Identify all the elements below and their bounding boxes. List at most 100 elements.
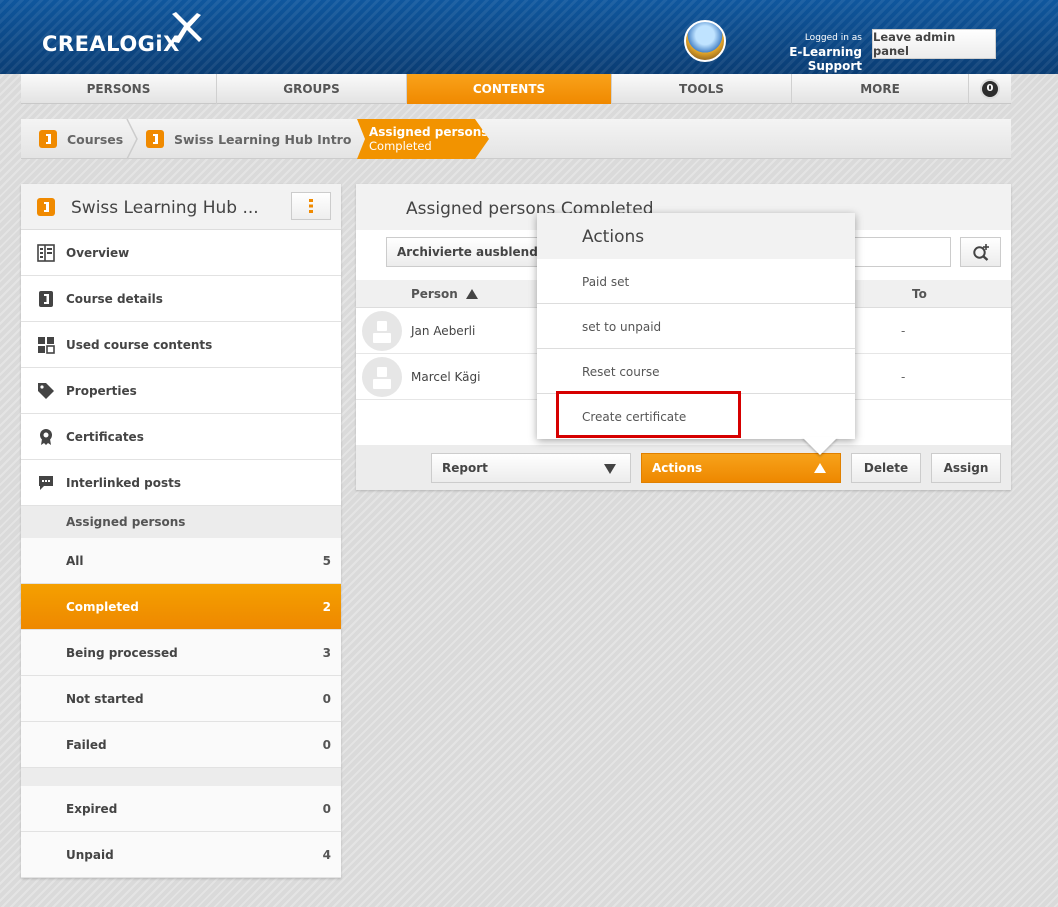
overview-grid-icon bbox=[37, 243, 55, 262]
course-sidebar: Swiss Learning Hub ... Overview Course d… bbox=[21, 184, 341, 878]
filter-count: 3 bbox=[322, 645, 331, 660]
sidebar-item-label: Course details bbox=[66, 291, 163, 306]
nav-item-tools[interactable]: TOOLS bbox=[612, 74, 792, 104]
filter-count: 5 bbox=[322, 553, 331, 568]
actions-label: Actions bbox=[652, 461, 703, 475]
assign-button[interactable]: Assign bbox=[931, 453, 1001, 483]
vertical-dots-icon bbox=[309, 199, 313, 213]
sidebar-item-label: Certificates bbox=[66, 429, 144, 444]
sidebar-item-course-details[interactable]: Course details bbox=[21, 276, 341, 322]
breadcrumb-courses[interactable]: Courses bbox=[39, 119, 123, 159]
sidebar-item-overview[interactable]: Overview bbox=[21, 230, 341, 276]
nav-item-contents[interactable]: CONTENTS bbox=[407, 74, 612, 104]
nav-item-groups[interactable]: GROUPS bbox=[217, 74, 407, 104]
sidebar-item-label: Used course contents bbox=[66, 337, 213, 352]
sidebar-title: Swiss Learning Hub ... bbox=[71, 198, 259, 218]
actions-menu: Actions Paid set set to unpaid Reset cou… bbox=[537, 213, 855, 439]
filter-label: All bbox=[66, 553, 84, 568]
filter-label: Expired bbox=[66, 801, 118, 816]
filter-all[interactable]: All 5 bbox=[21, 538, 341, 584]
filter-label: Completed bbox=[66, 599, 139, 614]
app-header: CREALOGiX Logged in as E-Learning Suppor… bbox=[0, 0, 1058, 74]
sidebar-item-label: Overview bbox=[66, 245, 130, 260]
user-name: E-Learning Support bbox=[789, 45, 862, 73]
filter-count: 0 bbox=[322, 801, 331, 816]
breadcrumb-current-subtitle: Completed bbox=[369, 139, 432, 153]
delete-button[interactable]: Delete bbox=[851, 453, 921, 483]
report-label: Report bbox=[442, 461, 488, 475]
breadcrumb-label: Courses bbox=[67, 131, 124, 147]
column-header-person[interactable]: Person bbox=[411, 287, 458, 301]
person-to-date: - bbox=[901, 324, 906, 338]
actions-dropdown[interactable]: Actions bbox=[641, 453, 841, 483]
report-dropdown[interactable]: Report bbox=[431, 453, 631, 483]
filter-failed[interactable]: Failed 0 bbox=[21, 722, 341, 768]
notification-area[interactable]: 0 bbox=[969, 74, 1011, 103]
sidebar-header: Swiss Learning Hub ... bbox=[21, 184, 341, 230]
logo-x-icon bbox=[172, 12, 202, 43]
filter-count: 4 bbox=[322, 847, 331, 862]
course-icon bbox=[39, 130, 57, 148]
nav-item-persons[interactable]: PERSONS bbox=[21, 74, 217, 104]
breadcrumb-current-title: Assigned persons bbox=[369, 125, 489, 139]
certificate-seal-icon bbox=[37, 428, 55, 446]
menu-item-set-to-unpaid[interactable]: set to unpaid bbox=[537, 304, 855, 349]
menu-pointer-arrow bbox=[802, 437, 838, 455]
filter-count: 0 bbox=[322, 691, 331, 706]
advanced-search-button[interactable] bbox=[960, 237, 1001, 267]
sidebar-item-interlinked-posts[interactable]: Interlinked posts bbox=[21, 460, 341, 506]
actions-menu-title: Actions bbox=[537, 213, 855, 259]
filter-count: 2 bbox=[322, 599, 331, 614]
breadcrumb-current[interactable]: Assigned persons Completed bbox=[357, 119, 489, 159]
crealogix-logo[interactable]: CREALOGiX bbox=[42, 32, 180, 56]
person-to-date: - bbox=[901, 370, 906, 384]
filter-label: Failed bbox=[66, 737, 107, 752]
search-plus-icon bbox=[972, 244, 989, 261]
course-details-icon bbox=[37, 290, 55, 308]
filter-label: Being processed bbox=[66, 645, 178, 660]
filter-unpaid[interactable]: Unpaid 4 bbox=[21, 832, 341, 878]
breadcrumb: Courses Swiss Learning Hub Intro Assigne… bbox=[21, 119, 1011, 159]
sidebar-item-label: Properties bbox=[66, 383, 137, 398]
breadcrumb-swiss-learning-hub-intro[interactable]: Swiss Learning Hub Intro bbox=[146, 119, 351, 159]
filter-being-processed[interactable]: Being processed 3 bbox=[21, 630, 341, 676]
nav-item-more[interactable]: MORE bbox=[792, 74, 969, 104]
course-icon bbox=[37, 198, 55, 216]
filter-label: Not started bbox=[66, 691, 144, 706]
filter-not-started[interactable]: Not started 0 bbox=[21, 676, 341, 722]
sidebar-item-certificates[interactable]: Certificates bbox=[21, 414, 341, 460]
user-avatar[interactable] bbox=[684, 20, 726, 62]
chevron-up-icon bbox=[814, 463, 826, 473]
tag-icon bbox=[37, 382, 55, 400]
menu-item-reset-course[interactable]: Reset course bbox=[537, 349, 855, 394]
filter-count: 0 bbox=[322, 737, 331, 752]
notification-badge[interactable]: 0 bbox=[980, 78, 1000, 99]
column-header-to[interactable]: To bbox=[912, 287, 927, 301]
course-icon bbox=[146, 130, 164, 148]
main-nav: PERSONS GROUPS CONTENTS TOOLS MORE 0 bbox=[21, 74, 1011, 104]
panel-footer: Report Actions Delete Assign bbox=[356, 445, 1011, 490]
sidebar-menu-button[interactable] bbox=[291, 192, 331, 220]
person-name: Marcel Kägi bbox=[411, 370, 481, 384]
sidebar-item-label: Interlinked posts bbox=[66, 475, 181, 490]
person-placeholder-icon bbox=[362, 357, 402, 397]
logged-in-label: Logged in as bbox=[804, 33, 862, 43]
menu-item-paid-set[interactable]: Paid set bbox=[537, 259, 855, 304]
sort-ascending-icon[interactable] bbox=[466, 289, 478, 299]
breadcrumb-separator-icon bbox=[126, 119, 138, 159]
hide-archived-button[interactable]: Archivierte ausblenden bbox=[386, 237, 551, 267]
person-placeholder-icon bbox=[362, 311, 402, 351]
sidebar-item-used-course-contents[interactable]: Used course contents bbox=[21, 322, 341, 368]
chat-icon bbox=[37, 474, 55, 492]
filter-label: Unpaid bbox=[66, 847, 114, 862]
sidebar-divider bbox=[21, 768, 341, 786]
assigned-persons-section-header: Assigned persons bbox=[21, 506, 341, 538]
filter-completed[interactable]: Completed 2 bbox=[21, 584, 341, 630]
menu-item-create-certificate[interactable]: Create certificate bbox=[537, 394, 855, 439]
leave-admin-panel-button[interactable]: Leave admin panel bbox=[872, 29, 996, 59]
course-contents-icon bbox=[37, 336, 55, 354]
sidebar-item-properties[interactable]: Properties bbox=[21, 368, 341, 414]
filter-expired[interactable]: Expired 0 bbox=[21, 786, 341, 832]
chevron-down-icon bbox=[604, 464, 616, 474]
search-input[interactable] bbox=[851, 237, 951, 267]
